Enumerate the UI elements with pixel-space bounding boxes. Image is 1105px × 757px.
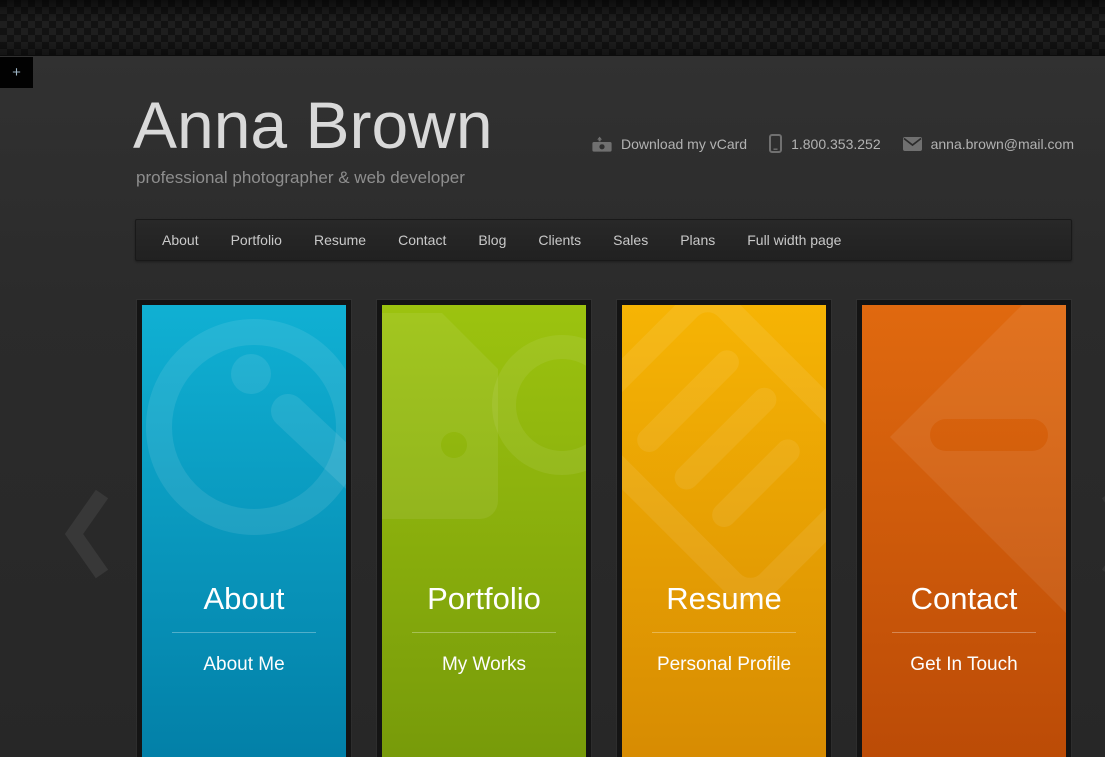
carousel-prev-arrow[interactable] — [62, 486, 118, 582]
card-about[interactable]: About About Me — [137, 300, 351, 757]
card-title: About — [142, 583, 346, 614]
nav-item-sales[interactable]: Sales — [597, 220, 664, 260]
card-divider — [172, 632, 316, 633]
main-navigation: About Portfolio Resume Contact Blog Clie… — [135, 219, 1072, 261]
email-link[interactable]: anna.brown@mail.com — [903, 136, 1074, 152]
nav-item-resume[interactable]: Resume — [298, 220, 382, 260]
card-title: Resume — [622, 583, 826, 614]
nav-item-full-width-page[interactable]: Full width page — [731, 220, 857, 260]
nav-item-plans[interactable]: Plans — [664, 220, 731, 260]
card-contact-label: Contact Get In Touch — [862, 583, 1066, 676]
card-portfolio[interactable]: Portfolio My Works — [377, 300, 591, 757]
camera-tag-icon — [382, 305, 586, 757]
phone-icon — [769, 134, 782, 153]
nav-item-about[interactable]: About — [146, 220, 215, 260]
reply-arrow-icon — [862, 305, 1066, 757]
card-divider — [892, 632, 1036, 633]
envelope-icon — [903, 137, 922, 151]
site-tagline: professional photographer & web develope… — [136, 168, 465, 188]
card-divider — [412, 632, 556, 633]
vcard-link-label: Download my vCard — [621, 136, 747, 152]
document-icon — [622, 305, 826, 757]
card-about-label: About About Me — [142, 583, 346, 676]
nav-item-portfolio[interactable]: Portfolio — [215, 220, 298, 260]
tile-carousel: About About Me Portfolio My Works — [137, 300, 1071, 757]
portfolio-homepage: + Anna Brown professional photographer &… — [0, 0, 1105, 757]
nav-item-contact[interactable]: Contact — [382, 220, 462, 260]
phone-link[interactable]: 1.800.353.252 — [769, 134, 881, 153]
card-resume-label: Resume Personal Profile — [622, 583, 826, 676]
email-address-label: anna.brown@mail.com — [931, 136, 1074, 152]
phone-number-label: 1.800.353.252 — [791, 136, 881, 152]
carbon-pattern-band — [0, 0, 1105, 56]
card-portfolio-label: Portfolio My Works — [382, 583, 586, 676]
card-contact[interactable]: Contact Get In Touch — [857, 300, 1071, 757]
card-title: Portfolio — [382, 583, 586, 614]
carousel-next-arrow[interactable] — [1092, 486, 1105, 582]
nav-item-blog[interactable]: Blog — [462, 220, 522, 260]
card-subtitle: Personal Profile — [622, 654, 826, 676]
card-subtitle: About Me — [142, 654, 346, 676]
card-subtitle: My Works — [382, 654, 586, 676]
card-resume[interactable]: Resume Personal Profile — [617, 300, 831, 757]
nav-item-clients[interactable]: Clients — [522, 220, 597, 260]
download-vcard-link[interactable]: Download my vCard — [592, 134, 747, 153]
info-icon — [142, 305, 346, 757]
card-subtitle: Get In Touch — [862, 654, 1066, 676]
card-divider — [652, 632, 796, 633]
expand-plus-button[interactable]: + — [0, 57, 33, 88]
card-title: Contact — [862, 583, 1066, 614]
contact-bar: Download my vCard 1.800.353.252 anna.bro… — [592, 134, 1074, 153]
vcard-download-icon — [592, 134, 612, 153]
site-title: Anna Brown — [133, 92, 493, 158]
